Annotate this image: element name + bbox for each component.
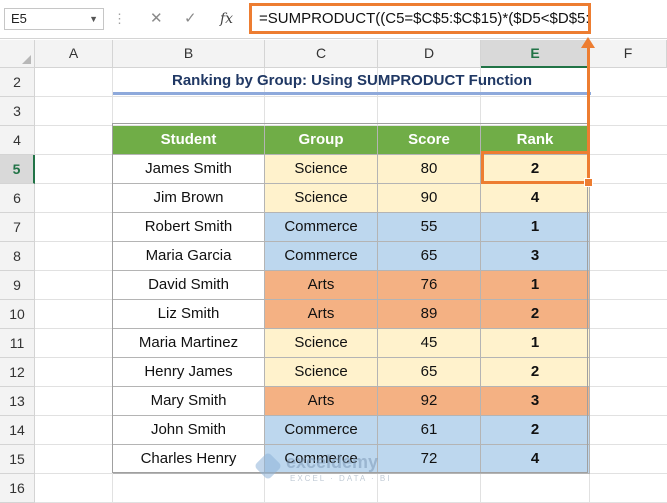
spreadsheet: E5 ▼ ⋮ ✕ ✓ fx =SUMPRODUCT((C5=$C$5:$C$15… [0, 0, 667, 503]
table-cell-rank[interactable]: 3 [481, 387, 590, 416]
sheet-title: Ranking by Group: Using SUMPRODUCT Funct… [172, 72, 532, 89]
column-header-c[interactable]: C [265, 40, 378, 68]
arrow-up-icon [581, 37, 595, 48]
table-cell-student[interactable]: Mary Smith [113, 387, 265, 416]
table-cell-rank[interactable]: 2 [481, 358, 590, 387]
active-cell-E5[interactable] [481, 151, 590, 184]
name-box-value: E5 [11, 11, 27, 26]
table-cell-rank[interactable]: 3 [481, 242, 590, 271]
table-header-score[interactable]: Score [378, 126, 481, 155]
table-cell-rank[interactable]: 1 [481, 271, 590, 300]
table-cell-rank[interactable]: 4 [481, 445, 590, 474]
name-box[interactable]: E5 ▼ [4, 8, 104, 30]
row-header-16[interactable]: 16 [0, 474, 35, 503]
row-header-7[interactable]: 7 [0, 213, 35, 242]
row-header-9[interactable]: 9 [0, 271, 35, 300]
table-cell-group[interactable]: Arts [265, 300, 378, 329]
table-cell-score[interactable]: 65 [378, 358, 481, 387]
insert-function-icon[interactable]: fx [220, 6, 233, 32]
row-header-6[interactable]: 6 [0, 184, 35, 213]
callout-arrow [587, 46, 590, 152]
table-cell-score[interactable]: 45 [378, 329, 481, 358]
table-cell-student[interactable]: Maria Garcia [113, 242, 265, 271]
cancel-icon[interactable]: ✕ [150, 6, 163, 32]
select-all-button[interactable] [0, 40, 35, 68]
watermark-tagline: EXCEL · DATA · BI [290, 474, 392, 483]
column-header-b[interactable]: B [113, 40, 265, 68]
table-cell-score[interactable]: 80 [378, 155, 481, 184]
table-cell-rank[interactable]: 1 [481, 329, 590, 358]
column-header-e[interactable]: E [481, 40, 590, 68]
enter-icon[interactable]: ✓ [184, 6, 197, 32]
table-cell-student[interactable]: Jim Brown [113, 184, 265, 213]
formula-input[interactable]: =SUMPRODUCT((C5=$C$5:$C$15)*($D5<$D$5:$D… [249, 3, 591, 34]
table-cell-student[interactable]: John Smith [113, 416, 265, 445]
row-header-2[interactable]: 2 [0, 68, 35, 97]
table-cell-group[interactable]: Science [265, 155, 378, 184]
table-cell-score[interactable]: 65 [378, 242, 481, 271]
table-cell-group[interactable]: Commerce [265, 213, 378, 242]
table-cell-student[interactable]: James Smith [113, 155, 265, 184]
row-header-13[interactable]: 13 [0, 387, 35, 416]
table-cell-student[interactable]: Henry James [113, 358, 265, 387]
table-cell-score[interactable]: 89 [378, 300, 481, 329]
table-cell-student[interactable]: Maria Martinez [113, 329, 265, 358]
chevron-down-icon[interactable]: ▼ [89, 9, 98, 29]
row-header-3[interactable]: 3 [0, 97, 35, 126]
row-header-14[interactable]: 14 [0, 416, 35, 445]
table-cell-student[interactable]: Charles Henry [113, 445, 265, 474]
row-header-11[interactable]: 11 [0, 329, 35, 358]
table-cell-rank[interactable]: 2 [481, 416, 590, 445]
table-cell-group[interactable]: Science [265, 329, 378, 358]
table-cell-score[interactable]: 76 [378, 271, 481, 300]
table-header-group[interactable]: Group [265, 126, 378, 155]
table-cell-score[interactable]: 61 [378, 416, 481, 445]
table-cell-score[interactable]: 90 [378, 184, 481, 213]
grid-hline [35, 96, 667, 97]
row-header-4[interactable]: 4 [0, 126, 35, 155]
table-cell-rank[interactable]: 2 [481, 300, 590, 329]
table-cell-rank[interactable]: 1 [481, 213, 590, 242]
table-cell-group[interactable]: Science [265, 184, 378, 213]
table-cell-group[interactable]: Arts [265, 271, 378, 300]
table-cell-student[interactable]: Robert Smith [113, 213, 265, 242]
table-cell-rank[interactable]: 4 [481, 184, 590, 213]
row-header-10[interactable]: 10 [0, 300, 35, 329]
row-header-8[interactable]: 8 [0, 242, 35, 271]
fill-handle[interactable] [584, 178, 593, 187]
formula-bar: E5 ▼ ⋮ ✕ ✓ fx =SUMPRODUCT((C5=$C$5:$C$15… [0, 0, 667, 39]
table-cell-student[interactable]: Liz Smith [113, 300, 265, 329]
row-header-15[interactable]: 15 [0, 445, 35, 474]
formula-bar-grip-icon: ⋮ [113, 11, 127, 26]
column-header-f[interactable]: F [590, 40, 667, 68]
watermark-name: exceldemy [286, 452, 379, 472]
row-header-12[interactable]: 12 [0, 358, 35, 387]
row-header-5[interactable]: 5 [0, 155, 35, 184]
table-cell-score[interactable]: 55 [378, 213, 481, 242]
column-header-d[interactable]: D [378, 40, 481, 68]
table-header-student[interactable]: Student [113, 126, 265, 155]
table-cell-group[interactable]: Commerce [265, 242, 378, 271]
table-cell-score[interactable]: 72 [378, 445, 481, 474]
column-header-a[interactable]: A [35, 40, 113, 68]
title-underline [113, 92, 591, 95]
table-cell-student[interactable]: David Smith [113, 271, 265, 300]
table-cell-group[interactable]: Science [265, 358, 378, 387]
table-cell-group[interactable]: Commerce [265, 416, 378, 445]
table-cell-score[interactable]: 92 [378, 387, 481, 416]
table-cell-group[interactable]: Arts [265, 387, 378, 416]
